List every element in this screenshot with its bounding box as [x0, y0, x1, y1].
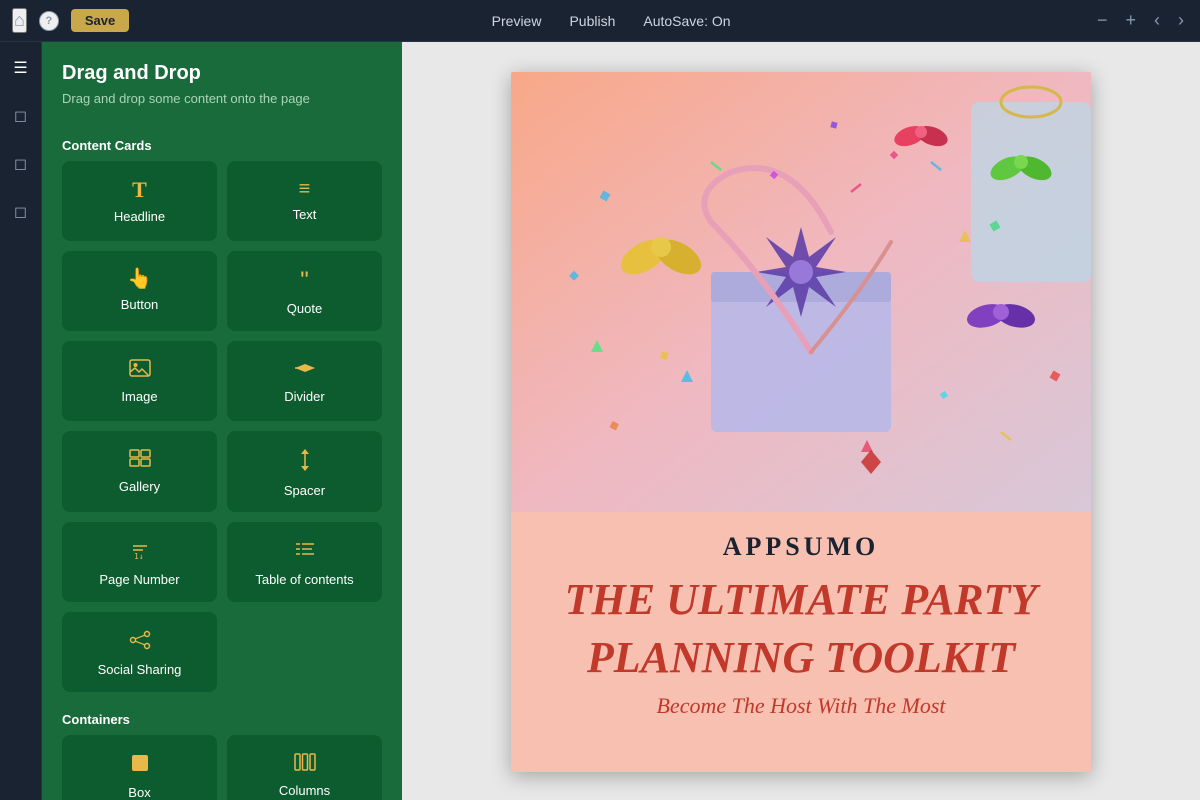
box-label: Box	[128, 785, 150, 800]
sidebar-panel: Drag and Drop Drag and drop some content…	[42, 42, 402, 800]
page-number-icon: 1↓	[129, 540, 151, 564]
social-sharing-label: Social Sharing	[98, 662, 182, 677]
card-gallery[interactable]: Gallery	[62, 431, 217, 512]
spacer-label: Spacer	[284, 483, 325, 498]
strip-bookmark-icon[interactable]: ◻	[7, 102, 35, 130]
quote-label: Quote	[287, 301, 322, 316]
icon-strip: ☰ ◻ ◻ ◻	[0, 42, 42, 800]
sidebar-header: Drag and Drop Drag and drop some content…	[42, 42, 402, 128]
social-sharing-icon	[129, 630, 151, 654]
card-image[interactable]: Image	[62, 341, 217, 421]
strip-book-icon[interactable]: ◻	[7, 198, 35, 226]
card-spacer[interactable]: Spacer	[227, 431, 382, 512]
sidebar-title: Drag and Drop	[62, 62, 382, 85]
card-headline[interactable]: T Headline	[62, 161, 217, 241]
card-page-number[interactable]: 1↓ Page Number	[62, 522, 217, 602]
preview-image	[511, 72, 1091, 512]
headline-icon: T	[132, 179, 147, 201]
autosave-status: AutoSave: On	[643, 13, 730, 29]
containers-label: Containers	[42, 702, 402, 735]
gallery-icon	[129, 449, 151, 471]
strip-list-icon[interactable]: ☰	[7, 54, 35, 82]
preview-link[interactable]: Preview	[492, 13, 542, 29]
sub-heading: Become The Host With The Most	[541, 693, 1061, 719]
image-label: Image	[121, 389, 157, 404]
card-button[interactable]: 👆 Button	[62, 251, 217, 331]
table-of-contents-icon	[294, 540, 316, 564]
card-quote[interactable]: " Quote	[227, 251, 382, 331]
topbar-right: − + ‹ ›	[1093, 6, 1188, 35]
box-icon	[130, 753, 150, 777]
topbar-center: Preview Publish AutoSave: On	[145, 13, 1077, 29]
svg-text:1↓: 1↓	[134, 552, 144, 560]
help-button[interactable]: ?	[39, 11, 59, 31]
divider-icon	[294, 359, 316, 381]
content-cards-grid: T Headline ≡ Text 👆 Button " Quote	[42, 161, 402, 692]
strip-page-icon[interactable]: ◻	[7, 150, 35, 178]
containers-grid: Box Columns	[42, 735, 402, 800]
main-heading-line2: PLANNING TOOLKIT	[541, 634, 1061, 682]
card-table-of-contents[interactable]: Table of contents	[227, 522, 382, 602]
sidebar-subtitle: Drag and drop some content onto the page	[62, 91, 382, 106]
quote-icon: "	[300, 269, 309, 293]
preview-text-area: APPSUMO THE ULTIMATE PARTY PLANNING TOOL…	[511, 512, 1091, 749]
headline-label: Headline	[114, 209, 165, 224]
table-of-contents-label: Table of contents	[255, 572, 353, 587]
page-number-label: Page Number	[99, 572, 179, 587]
card-columns[interactable]: Columns	[227, 735, 382, 800]
text-label: Text	[293, 207, 317, 222]
card-box[interactable]: Box	[62, 735, 217, 800]
topbar: ⌂ ? Save Preview Publish AutoSave: On − …	[0, 0, 1200, 42]
content-cards-label: Content Cards	[42, 128, 402, 161]
columns-label: Columns	[279, 783, 330, 798]
main-heading-line1: THE ULTIMATE PARTY	[541, 576, 1061, 624]
brand-name: APPSUMO	[541, 532, 1061, 562]
main-layout: ☰ ◻ ◻ ◻ Drag and Drop Drag and drop some…	[0, 42, 1200, 800]
button-label: Button	[121, 297, 159, 312]
text-icon: ≡	[299, 179, 311, 199]
card-social-sharing[interactable]: Social Sharing	[62, 612, 217, 692]
prev-page-button[interactable]: ‹	[1150, 6, 1164, 35]
topbar-left: ⌂ ? Save	[12, 8, 129, 33]
image-icon	[129, 359, 151, 381]
save-button[interactable]: Save	[71, 9, 129, 32]
home-button[interactable]: ⌂	[12, 8, 27, 33]
columns-icon	[294, 753, 316, 775]
gallery-label: Gallery	[119, 479, 160, 494]
content-area: APPSUMO THE ULTIMATE PARTY PLANNING TOOL…	[402, 42, 1200, 800]
card-divider[interactable]: Divider	[227, 341, 382, 421]
spacer-icon	[298, 449, 312, 475]
card-text[interactable]: ≡ Text	[227, 161, 382, 241]
zoom-in-button[interactable]: +	[1121, 6, 1140, 35]
page-preview: APPSUMO THE ULTIMATE PARTY PLANNING TOOL…	[511, 72, 1091, 772]
publish-link[interactable]: Publish	[569, 13, 615, 29]
next-page-button[interactable]: ›	[1174, 6, 1188, 35]
button-icon: 👆	[127, 269, 152, 289]
zoom-out-button[interactable]: −	[1093, 6, 1112, 35]
divider-label: Divider	[284, 389, 324, 404]
